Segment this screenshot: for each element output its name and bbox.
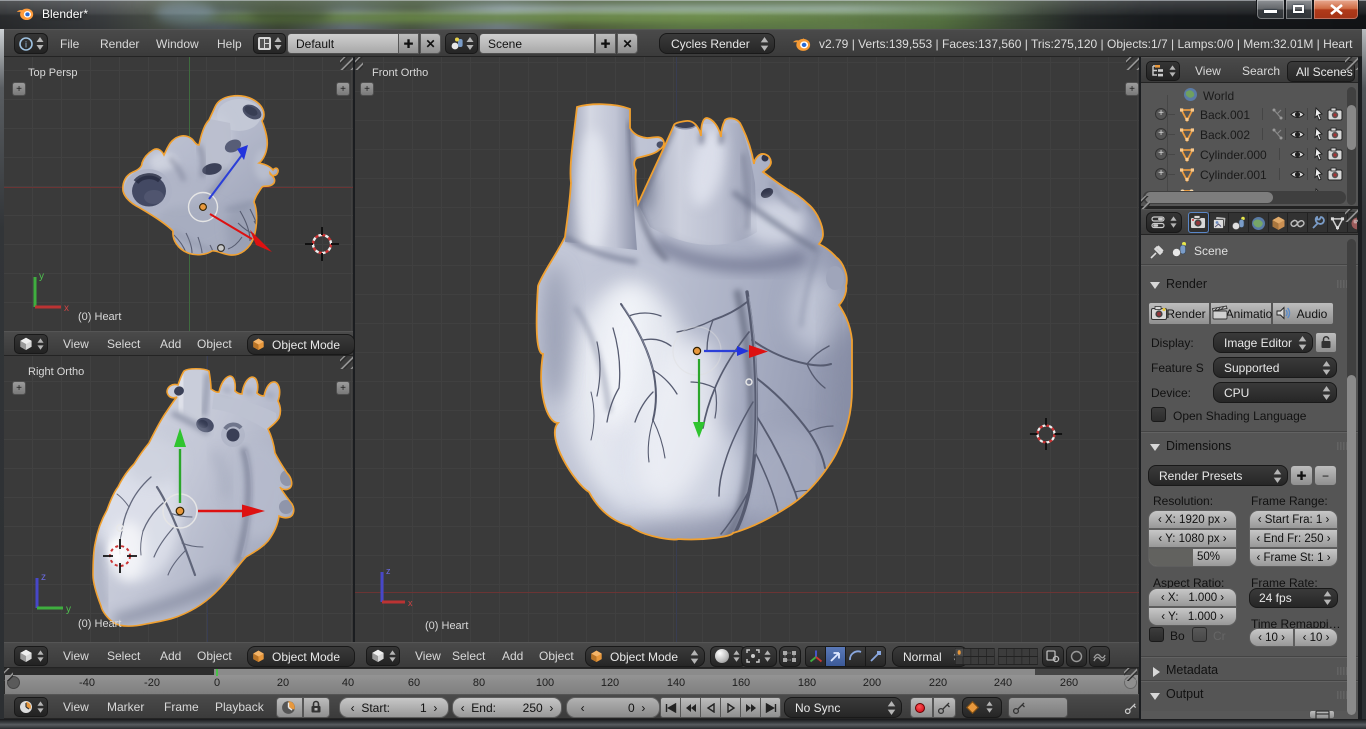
svg-text:i: i — [25, 40, 27, 50]
svg-text:x: x — [408, 598, 413, 608]
svg-text:y: y — [66, 604, 71, 615]
svg-text:y: y — [39, 271, 44, 282]
svg-text:z: z — [41, 572, 46, 583]
svg-text:x: x — [64, 303, 69, 314]
svg-text:z: z — [386, 566, 391, 576]
